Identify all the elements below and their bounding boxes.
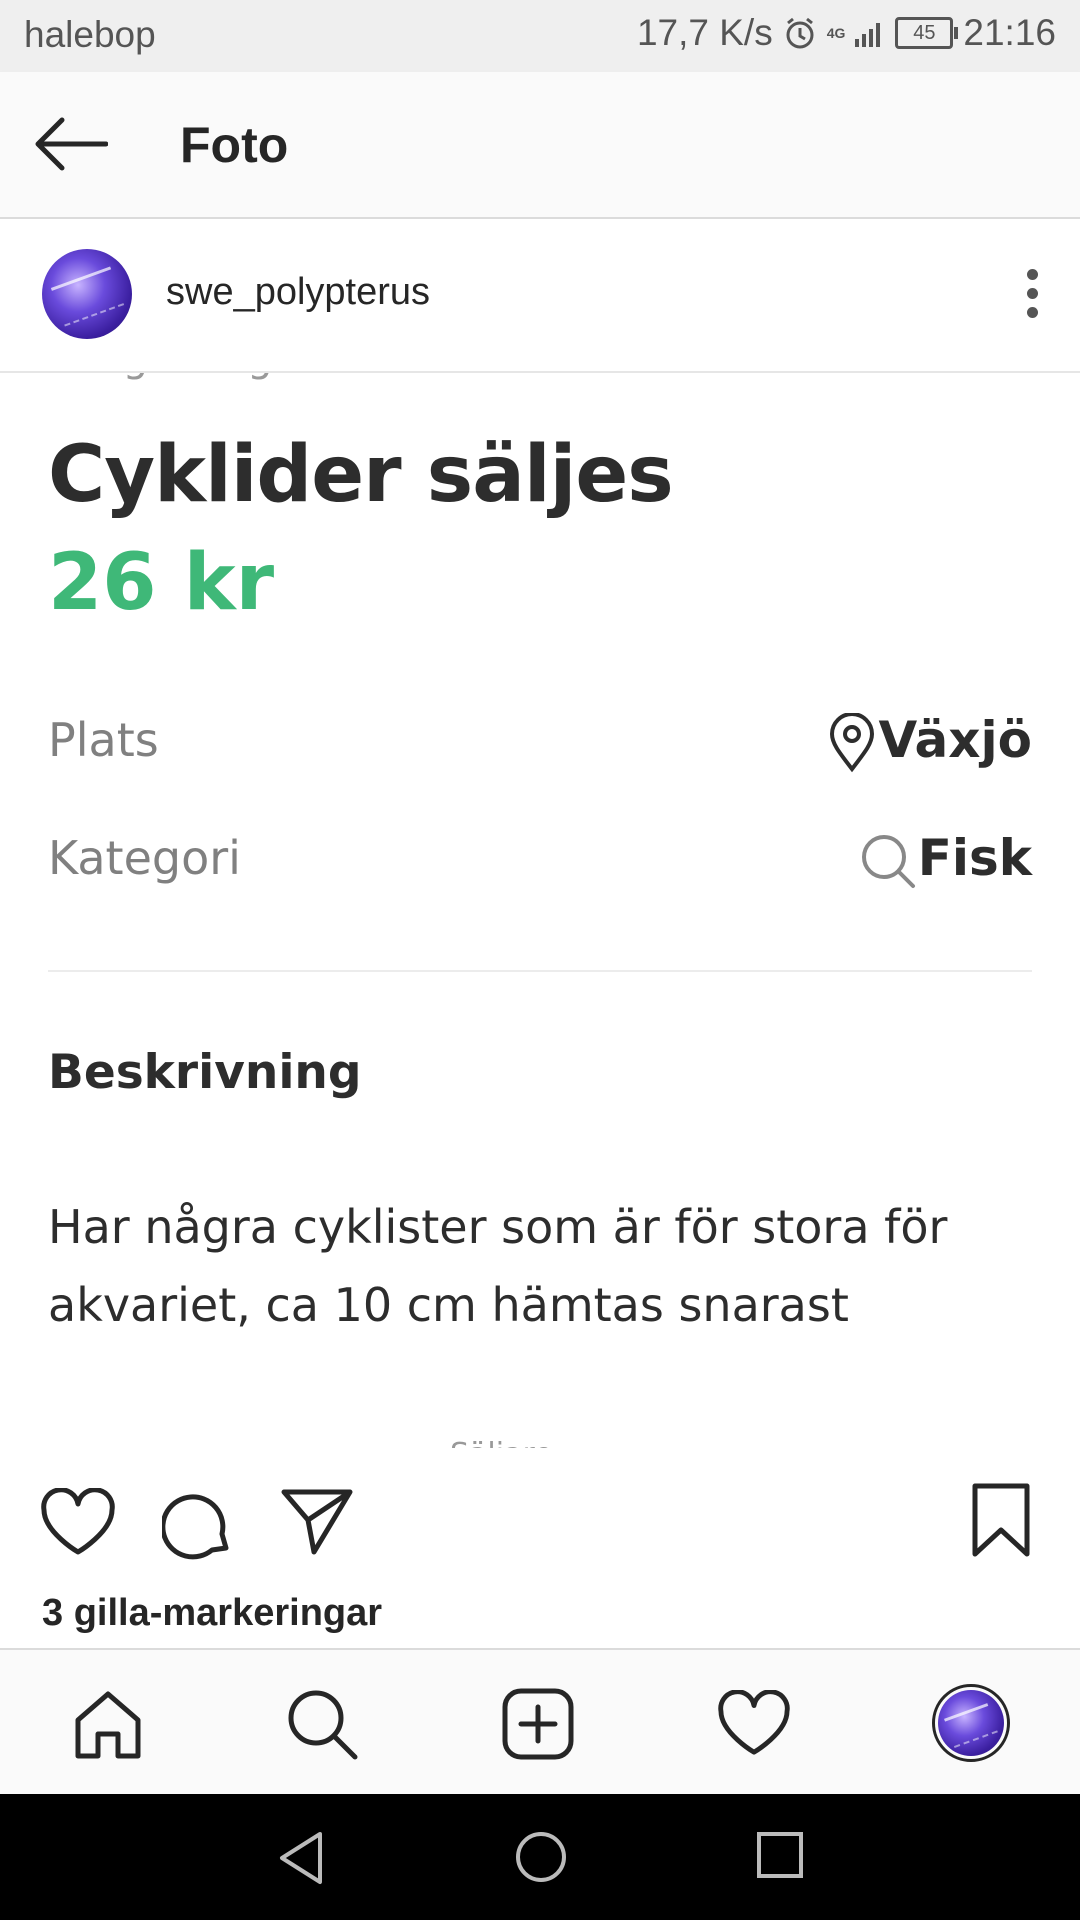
divider bbox=[48, 970, 1032, 972]
send-icon[interactable] bbox=[280, 1486, 354, 1556]
nav-create[interactable] bbox=[500, 1686, 576, 1762]
page-title: Foto bbox=[180, 117, 289, 173]
home-circle-icon[interactable] bbox=[514, 1830, 568, 1884]
network-speed: 17,7 K/s bbox=[636, 12, 773, 53]
description-line: Har några cyklister som är för stora för bbox=[48, 1200, 948, 1254]
battery-level: 45 bbox=[913, 21, 936, 44]
signal-icon bbox=[855, 23, 881, 47]
comment-icon[interactable] bbox=[162, 1488, 234, 1560]
back-triangle-icon[interactable] bbox=[276, 1830, 326, 1886]
home-icon bbox=[75, 1691, 141, 1759]
description-heading: Beskrivning bbox=[48, 1045, 362, 1100]
category-value: Fisk bbox=[917, 829, 1032, 887]
bottom-nav bbox=[0, 1648, 1080, 1796]
clock: 21:16 bbox=[963, 12, 1056, 53]
battery-icon: 45 bbox=[895, 17, 959, 49]
app-header: Foto bbox=[0, 72, 1080, 219]
username[interactable]: swe_polypterus bbox=[166, 271, 430, 314]
post-image[interactable]: Inlagd idag 14:30 Cyklider säljes 26 kr … bbox=[0, 373, 1080, 1448]
search-icon bbox=[288, 1690, 358, 1760]
status-right: 17,7 K/s 4G 45 21:16 bbox=[637, 12, 1056, 54]
carrier-label: halebop bbox=[24, 14, 156, 55]
heart-icon bbox=[718, 1690, 790, 1755]
heart-icon[interactable] bbox=[40, 1488, 116, 1558]
status-bar: halebop 17,7 K/s 4G 45 21:16 bbox=[0, 0, 1080, 72]
recents-square-icon[interactable] bbox=[756, 1830, 804, 1880]
seller-cut: Säljare bbox=[450, 1437, 553, 1448]
place-value: Växjö bbox=[878, 711, 1032, 769]
location-pin-icon bbox=[829, 713, 875, 773]
category-label: Kategori bbox=[48, 831, 241, 885]
listing-title: Cyklider säljes bbox=[48, 430, 674, 520]
posted-date-cut: Inlagd idag 14:30 bbox=[50, 373, 401, 381]
nav-search[interactable] bbox=[284, 1686, 360, 1762]
nav-home[interactable] bbox=[70, 1686, 146, 1762]
post-header: swe_polypterus bbox=[0, 219, 1080, 373]
search-icon bbox=[862, 835, 915, 888]
description-line: akvariet, ca 10 cm hämtas snarast bbox=[48, 1278, 849, 1332]
alarm-icon bbox=[786, 17, 814, 49]
avatar[interactable] bbox=[42, 249, 132, 339]
place-label: Plats bbox=[48, 713, 159, 767]
network-type: 4G bbox=[826, 25, 846, 41]
bookmark-icon[interactable] bbox=[970, 1482, 1032, 1558]
back-arrow-icon[interactable] bbox=[34, 116, 108, 172]
avatar bbox=[938, 1690, 1004, 1756]
nav-profile[interactable] bbox=[932, 1684, 1010, 1762]
description-text: Har några cyklister som är för stora för… bbox=[48, 1188, 1038, 1344]
nav-activity[interactable] bbox=[716, 1686, 792, 1762]
likes-count[interactable]: 3 gilla-markeringar bbox=[42, 1592, 382, 1635]
plus-square-icon bbox=[502, 1688, 574, 1760]
listing-price: 26 kr bbox=[48, 538, 275, 628]
system-nav-bar bbox=[0, 1794, 1080, 1920]
more-vertical-icon[interactable] bbox=[1026, 269, 1038, 318]
